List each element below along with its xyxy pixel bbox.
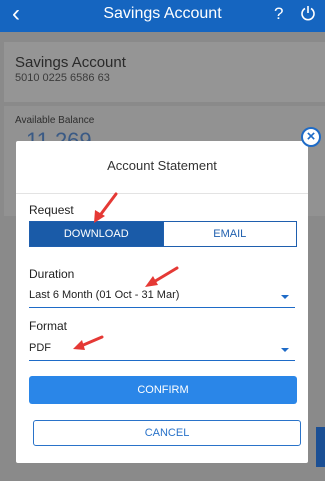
close-icon[interactable]: ×: [301, 127, 321, 147]
dropdown-caret-icon: [281, 348, 289, 352]
app-header: ‹ Savings Account ?: [0, 0, 325, 32]
dialog-title: Account Statement: [107, 158, 217, 173]
annotation-arrow-icon: [94, 192, 118, 223]
email-option[interactable]: EMAIL: [163, 221, 297, 247]
dropdown-caret-icon: [281, 295, 289, 299]
annotation-arrow-icon: [145, 266, 179, 287]
cancel-button[interactable]: CANCEL: [33, 420, 301, 446]
dialog-divider: [16, 193, 308, 194]
format-value: PDF: [29, 342, 51, 354]
help-icon[interactable]: ?: [274, 4, 283, 24]
request-label: Request: [29, 203, 74, 217]
format-select[interactable]: PDF: [29, 338, 295, 361]
balance-label: Available Balance: [15, 115, 95, 126]
account-statement-dialog: Account Statement Request DOWNLOAD EMAIL…: [16, 141, 308, 463]
power-icon[interactable]: [300, 5, 316, 21]
request-toggle: DOWNLOAD EMAIL: [29, 221, 297, 247]
account-card: Savings Account 5010 0225 6586 63: [4, 42, 325, 102]
account-name: Savings Account: [15, 54, 126, 71]
format-label: Format: [29, 319, 68, 333]
annotation-arrow-icon: [73, 335, 104, 350]
confirm-button[interactable]: CONFIRM: [29, 376, 297, 404]
duration-value: Last 6 Month (01 Oct - 31 Mar): [29, 289, 180, 301]
duration-label: Duration: [29, 267, 75, 281]
background-strip: [316, 427, 325, 467]
account-number: 5010 0225 6586 63: [15, 72, 110, 84]
